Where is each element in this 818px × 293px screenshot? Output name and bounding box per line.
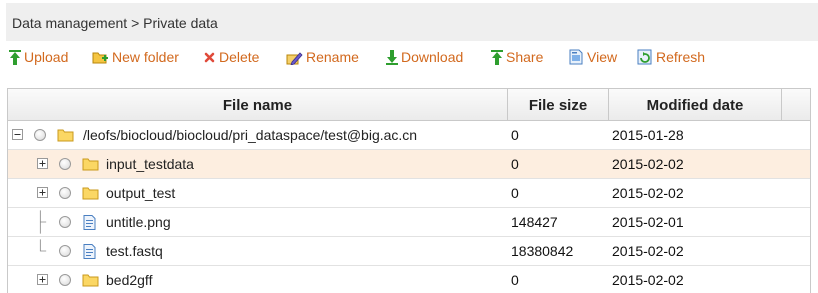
view-label: View <box>587 49 618 65</box>
table-row[interactable]: input_testdata 0 2015-02-02 <box>8 150 810 179</box>
file-name[interactable]: output_test <box>106 179 175 207</box>
new-folder-label: New folder <box>112 49 179 65</box>
tree-line <box>39 210 47 234</box>
row-radio[interactable] <box>59 274 71 286</box>
folder-icon <box>82 187 99 200</box>
modified-date: 2015-01-28 <box>612 127 684 143</box>
refresh-label: Refresh <box>656 49 706 65</box>
file-name[interactable]: bed2gff <box>106 266 152 293</box>
table-row[interactable]: output_test 0 2015-02-02 <box>8 179 810 208</box>
column-header-modified-date-label: Modified date <box>646 96 744 114</box>
document-view-icon <box>569 49 583 65</box>
modified-date: 2015-02-02 <box>612 243 684 259</box>
row-radio[interactable] <box>59 216 71 228</box>
modified-date: 2015-02-02 <box>612 156 684 172</box>
tree-line <box>39 239 47 252</box>
column-header-file-size-label: File size <box>528 96 588 114</box>
new-folder-button[interactable]: New folder <box>92 44 179 70</box>
rename-label: Rename <box>306 49 359 65</box>
pencil-icon <box>286 51 303 65</box>
file-tree-grid: File name File size Modified date /leofs… <box>7 88 811 293</box>
table-row[interactable]: untitle.png 148427 2015-02-01 <box>8 208 810 237</box>
file-size: 0 <box>511 127 519 143</box>
expand-icon[interactable] <box>37 158 48 169</box>
x-icon <box>204 52 215 62</box>
column-header-file-name[interactable]: File name <box>8 89 508 121</box>
arrow-down-icon <box>386 49 398 65</box>
table-row[interactable]: bed2gff 0 2015-02-02 <box>8 266 810 293</box>
share-icon <box>491 49 503 65</box>
file-size: 0 <box>511 156 519 172</box>
row-radio[interactable] <box>59 245 71 257</box>
refresh-button[interactable]: Refresh <box>637 44 705 70</box>
view-button[interactable]: View <box>569 44 617 70</box>
upload-button[interactable]: Upload <box>9 44 68 70</box>
row-radio[interactable] <box>59 158 71 170</box>
file-name[interactable]: untitle.png <box>106 208 171 236</box>
folder-icon <box>82 158 99 171</box>
file-size: 148427 <box>511 214 558 230</box>
column-header-modified-date[interactable]: Modified date <box>609 89 782 121</box>
row-radio[interactable] <box>34 129 46 141</box>
file-name[interactable]: input_testdata <box>106 150 194 178</box>
upload-label: Upload <box>24 49 69 65</box>
download-button[interactable]: Download <box>386 44 463 70</box>
file-size: 0 <box>511 185 519 201</box>
collapse-icon[interactable] <box>12 129 23 140</box>
breadcrumb-text: Data management > Private data <box>12 15 218 31</box>
delete-button[interactable]: Delete <box>203 44 259 70</box>
expand-icon[interactable] <box>37 274 48 285</box>
file-size: 0 <box>511 272 519 288</box>
arrow-up-icon <box>9 49 21 65</box>
file-name[interactable]: test.fastq <box>106 237 163 265</box>
toolbar: Upload New folder Delete Rename Download <box>0 44 818 70</box>
file-name[interactable]: /leofs/biocloud/biocloud/pri_dataspace/t… <box>83 121 417 149</box>
folder-icon <box>57 129 74 142</box>
rename-button[interactable]: Rename <box>286 44 359 70</box>
column-header-file-size[interactable]: File size <box>508 89 609 121</box>
delete-label: Delete <box>219 49 260 65</box>
modified-date: 2015-02-02 <box>612 272 684 288</box>
folder-icon <box>82 274 99 287</box>
table-row[interactable]: /leofs/biocloud/biocloud/pri_dataspace/t… <box>8 121 810 150</box>
folder-plus-icon <box>92 52 108 63</box>
share-button[interactable]: Share <box>491 44 543 70</box>
breadcrumb: Data management > Private data <box>6 3 818 41</box>
column-header-file-name-label: File name <box>222 96 293 114</box>
modified-date: 2015-02-01 <box>612 214 684 230</box>
grid-header: File name File size Modified date <box>8 89 810 121</box>
file-icon <box>83 215 96 230</box>
refresh-icon <box>637 49 652 65</box>
row-radio[interactable] <box>59 187 71 199</box>
file-size: 18380842 <box>511 243 574 259</box>
share-label: Share <box>506 49 544 65</box>
download-label: Download <box>401 49 464 65</box>
modified-date: 2015-02-02 <box>612 185 684 201</box>
expand-icon[interactable] <box>37 187 48 198</box>
table-row[interactable]: test.fastq 18380842 2015-02-02 <box>8 237 810 266</box>
file-icon <box>83 244 96 259</box>
